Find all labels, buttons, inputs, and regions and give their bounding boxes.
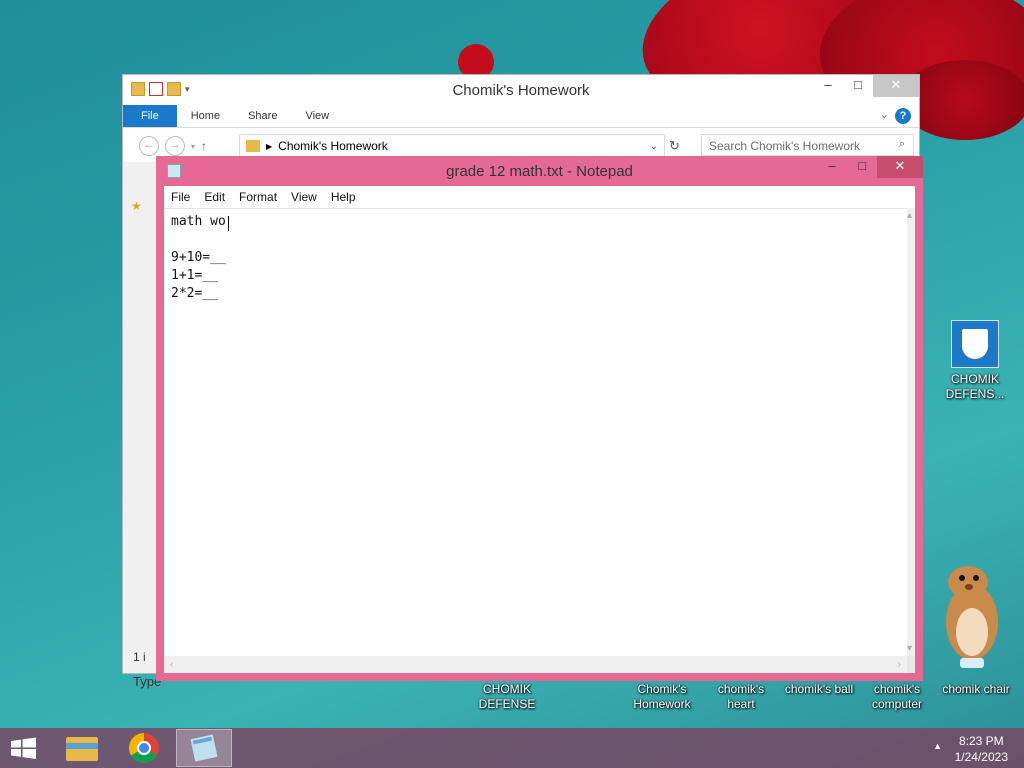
tab-file[interactable]: File (123, 105, 177, 127)
desktop-icon-label: chomik's computer (871, 682, 923, 711)
favorites-icon[interactable]: ★ (131, 199, 142, 213)
desktop-icon-label: Chomik's Homework (633, 682, 691, 711)
back-icon[interactable]: ← (139, 136, 159, 156)
close-button[interactable]: ✕ (877, 156, 923, 178)
desktop-icon-chomik-defense[interactable]: CHOMIK DEFENSE (470, 682, 544, 712)
window-controls: – □ ✕ (813, 75, 919, 97)
desktop-icon-chomiks-computer[interactable]: chomik's computer (862, 682, 932, 712)
maximize-button[interactable]: □ (847, 156, 877, 178)
desktop-icon-label: CHOMIK DEFENS... (945, 372, 1005, 401)
navigation-buttons: ← → ▾ ↑ (139, 136, 207, 156)
minimize-button[interactable]: – (813, 75, 843, 97)
search-icon[interactable]: ⌕ (899, 138, 905, 151)
horizontal-scrollbar[interactable]: ‹ › (164, 656, 907, 673)
scroll-up-icon[interactable]: ▴ (907, 210, 912, 221)
desktop-icon-label: chomik's ball (784, 682, 854, 696)
close-button[interactable]: ✕ (873, 75, 919, 97)
clock[interactable]: 8:23 PM 1/24/2023 (955, 733, 1008, 765)
menu-help[interactable]: Help (324, 190, 363, 204)
text-caret (228, 216, 229, 231)
help-icon[interactable]: ? (895, 108, 911, 124)
folder-icon (246, 140, 260, 152)
window-controls: – □ ✕ (817, 156, 923, 178)
menu-edit[interactable]: Edit (197, 190, 232, 204)
desktop-icon-chomiks-heart[interactable]: chomik's heart (708, 682, 774, 712)
scroll-right-icon[interactable]: › (898, 659, 901, 670)
address-bar[interactable]: ▶ Chomik's Homework ⌄ (239, 134, 665, 158)
window-title: grade 12 math.txt - Notepad (446, 163, 633, 180)
notepad-icon[interactable] (176, 729, 232, 767)
size-grip[interactable] (907, 656, 915, 673)
tab-view[interactable]: View (291, 105, 343, 127)
recent-locations-icon[interactable]: ▾ (191, 142, 195, 151)
breadcrumb-arrow-icon[interactable]: ▶ (266, 142, 272, 151)
address-dropdown-icon[interactable]: ⌄ (650, 141, 658, 152)
breadcrumb[interactable]: Chomik's Homework (278, 139, 388, 153)
menu-bar: File Edit Format View Help (164, 186, 915, 208)
desktop-icon-chomik-defense-shortcut[interactable]: CHOMIK DEFENS... (940, 320, 1010, 402)
hamster-icon[interactable] (938, 560, 1002, 670)
up-icon[interactable]: ↑ (201, 139, 207, 153)
window-title: Chomik's Homework (452, 82, 590, 99)
clock-time: 8:23 PM (958, 734, 1004, 748)
start-icon[interactable] (0, 729, 56, 767)
notepad-window[interactable]: grade 12 math.txt - Notepad – □ ✕ File E… (156, 156, 923, 681)
refresh-icon[interactable]: ↻ (669, 138, 680, 154)
maximize-button[interactable]: □ (843, 75, 873, 97)
menu-view[interactable]: View (284, 190, 324, 204)
menu-format[interactable]: Format (232, 190, 284, 204)
tab-home[interactable]: Home (177, 105, 234, 127)
scroll-left-icon[interactable]: ‹ (170, 659, 173, 670)
desktop-icon-label: chomik chair (942, 682, 1010, 696)
show-hidden-icons-icon[interactable]: ▲ (933, 741, 942, 751)
navigation-pane: ★ (131, 199, 142, 213)
tab-share[interactable]: Share (234, 105, 291, 127)
file-explorer-icon[interactable] (54, 729, 110, 767)
clock-date: 1/24/2023 (954, 750, 1008, 764)
shield-icon (951, 320, 999, 368)
editor-content[interactable]: math wo 9+10=__ 1+1=__ 2*2=__ (171, 214, 226, 301)
desktop-icon-label: CHOMIK DEFENSE (478, 682, 536, 711)
vertical-scrollbar[interactable]: ▴ ▾ (907, 208, 915, 656)
expand-ribbon-icon[interactable]: ⌄ (880, 108, 889, 121)
ribbon: File Home Share View ⌄ ? (123, 105, 919, 128)
desktop-icon-chomiks-homework[interactable]: Chomik's Homework (626, 682, 698, 712)
search-input[interactable]: Search Chomik's Homework (701, 134, 914, 156)
notepad-titlebar[interactable]: grade 12 math.txt - Notepad – □ ✕ (156, 156, 923, 186)
text-editor[interactable]: math wo 9+10=__ 1+1=__ 2*2=__ (164, 208, 907, 656)
desktop-icon-chomik-chair[interactable]: chomik chair (936, 682, 1016, 697)
menu-file[interactable]: File (164, 190, 197, 204)
taskbar: ▲ 8:23 PM 1/24/2023 (0, 728, 1024, 768)
forward-icon[interactable]: → (165, 136, 185, 156)
minimize-button[interactable]: – (817, 156, 847, 178)
explorer-titlebar[interactable]: ▾ Chomik's Homework – □ ✕ (123, 75, 919, 105)
chrome-icon[interactable] (116, 729, 172, 767)
scroll-down-icon[interactable]: ▾ (907, 643, 912, 654)
desktop-icon-chomiks-ball[interactable]: chomik's ball (780, 682, 858, 697)
desktop-icon-label: chomik's heart (717, 682, 765, 711)
